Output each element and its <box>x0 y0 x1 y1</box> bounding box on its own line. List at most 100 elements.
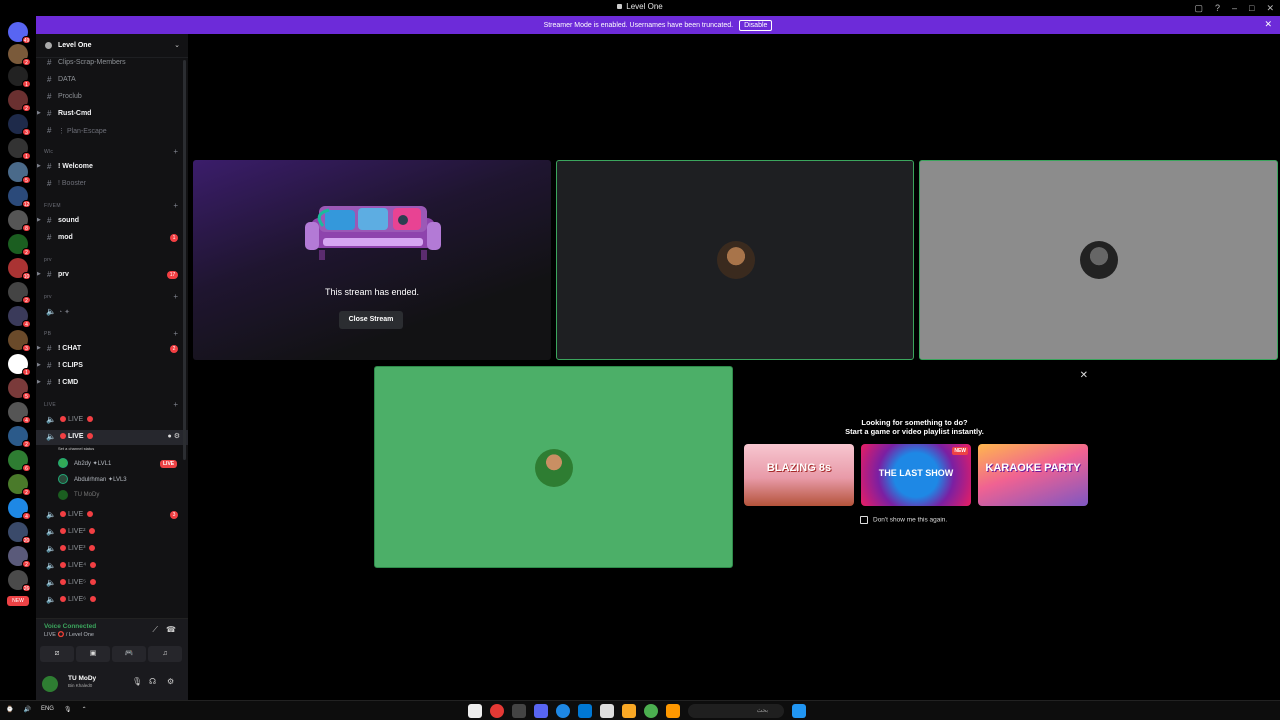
voice-channel-item[interactable]: 🔈 LIVE⁶ <box>36 593 188 608</box>
channel-item[interactable]: ▶ #! CMD <box>36 376 188 391</box>
server-icon[interactable]: 12 <box>8 186 31 208</box>
chrome-icon[interactable] <box>644 704 658 718</box>
chevron-up-icon[interactable]: ⌃ <box>82 706 87 713</box>
channel-item[interactable]: # Clips-Scrap-Members <box>36 56 188 71</box>
server-icon[interactable]: 2 <box>8 546 31 568</box>
server-icon[interactable]: 4 <box>8 498 31 520</box>
taskbar-app-icon[interactable] <box>468 704 482 718</box>
close-stream-button[interactable]: Close Stream <box>339 311 403 329</box>
voice-channel-item-active[interactable]: 🔈 LIVE ● ⚙ <box>36 430 188 445</box>
activities-button[interactable]: 🎮 <box>112 646 146 662</box>
scrollbar[interactable] <box>183 60 186 460</box>
search-input[interactable]: بحث <box>688 704 784 718</box>
username[interactable]: TU MoDy <box>68 675 96 682</box>
server-icon[interactable]: 20 <box>8 522 31 544</box>
taskbar-app-icon[interactable] <box>556 704 570 718</box>
server-icon[interactable]: 4 <box>8 402 31 424</box>
activity-card[interactable]: BLAZING 8s <box>744 444 854 506</box>
server-icon[interactable]: 2 <box>8 90 31 112</box>
add-channel-icon[interactable]: + <box>173 147 178 156</box>
activity-card[interactable]: THE LAST SHOW NEW <box>861 444 971 506</box>
volume-icon[interactable]: 🔊 <box>23 706 30 713</box>
category-header[interactable]: LIVE <box>44 402 56 408</box>
add-channel-icon[interactable]: + <box>173 201 178 210</box>
taskbar-app-icon[interactable] <box>578 704 592 718</box>
clock[interactable]: ⌚ <box>6 706 13 713</box>
add-channel-icon[interactable]: + <box>173 292 178 301</box>
activity-card[interactable]: KARAOKE PARTY <box>978 444 1088 506</box>
ended-stream-tile[interactable]: This stream has ended. Close Stream <box>193 160 551 360</box>
microphone-icon[interactable]: 🎙 <box>132 677 142 686</box>
taskbar-app-icon[interactable] <box>666 704 680 718</box>
server-icon[interactable]: 10 <box>8 258 31 280</box>
close-window-button[interactable]: ✕ <box>1266 3 1274 14</box>
voice-connected-label[interactable]: Voice Connected <box>44 623 96 630</box>
channel-status-hint[interactable]: Set a channel status <box>58 446 94 451</box>
start-icon[interactable] <box>792 704 806 718</box>
dont-show-checkbox[interactable]: Don't show me this again. <box>860 516 947 524</box>
channel-item[interactable]: ▶ #! CHAT 2 <box>36 342 188 357</box>
chevron-down-icon[interactable]: ⌄ <box>174 41 180 49</box>
disable-streamer-mode-button[interactable]: Disable <box>739 19 773 31</box>
participant-tile-speaking[interactable] <box>374 366 733 568</box>
voice-channel-item[interactable]: 🔈 LIVE 3 <box>36 508 188 523</box>
taskbar-app-icon[interactable] <box>490 704 504 718</box>
server-icon[interactable]: 1 <box>8 138 31 160</box>
camera-off-button[interactable]: ⧄ <box>40 646 74 662</box>
participant-tile[interactable] <box>556 160 914 360</box>
maximize-button[interactable]: □ <box>1249 3 1254 14</box>
voice-channel-item[interactable]: 🔈 LIVE <box>36 413 188 428</box>
category-header[interactable]: FIVEM <box>44 203 61 209</box>
taskbar-app-icon[interactable] <box>512 704 526 718</box>
server-icon[interactable]: 4 <box>8 306 31 328</box>
channel-item[interactable]: ▶ #! CLIPS <box>36 359 188 374</box>
participant-tile[interactable] <box>919 160 1278 360</box>
channel-actions-icon[interactable]: ● ⚙ <box>168 432 180 440</box>
avatar[interactable] <box>42 676 58 692</box>
server-icon[interactable]: 1 <box>8 354 31 376</box>
screen-share-button[interactable]: ▣ <box>76 646 110 662</box>
add-channel-icon[interactable]: + <box>173 400 178 409</box>
close-icon[interactable]: ✕ <box>1080 370 1088 381</box>
category-header[interactable]: prv <box>44 294 52 300</box>
guild-header[interactable]: Level One ⌄ <box>36 34 188 58</box>
server-icon[interactable]: 5 <box>8 162 31 184</box>
server-icon[interactable]: 6 <box>8 450 31 472</box>
channel-item[interactable]: ▶ # Rust-Cmd <box>36 107 188 122</box>
server-icon[interactable]: 2 <box>8 234 31 256</box>
server-icon[interactable]: 5 <box>8 378 31 400</box>
discord-taskbar-icon[interactable] <box>534 704 548 718</box>
help-icon[interactable]: ? <box>1215 3 1220 14</box>
server-icon[interactable]: 2 <box>8 426 31 448</box>
server-icon[interactable]: 2 <box>8 44 31 66</box>
disconnect-icon[interactable]: ☎ <box>166 625 176 634</box>
voice-channel-item[interactable]: 🔈 ◔ ✦ <box>36 305 188 320</box>
voice-channel-item[interactable]: 🔈 LIVE³ <box>36 542 188 557</box>
server-icon[interactable]: 26 <box>8 570 31 592</box>
inbox-icon[interactable]: ▢ <box>1194 3 1203 14</box>
server-icon[interactable]: 3 <box>8 330 31 352</box>
language-indicator[interactable]: ENG <box>41 706 54 713</box>
add-channel-icon[interactable]: + <box>173 329 178 338</box>
minimize-button[interactable]: – <box>1232 3 1237 14</box>
server-icon[interactable]: 1 <box>8 66 31 88</box>
channel-item[interactable]: # ⋮ Plan-Escape <box>36 124 188 139</box>
soundboard-button[interactable]: ♫ <box>148 646 182 662</box>
noise-suppression-icon[interactable]: ⟋ <box>152 625 158 635</box>
checkbox-icon[interactable] <box>860 516 868 524</box>
taskbar-app-icon[interactable] <box>600 704 614 718</box>
channel-item[interactable]: #! Booster <box>36 177 188 192</box>
close-banner-icon[interactable]: ✕ <box>1264 19 1272 30</box>
channel-item[interactable]: ▶ # sound <box>36 214 188 229</box>
file-explorer-icon[interactable] <box>622 704 636 718</box>
channel-item[interactable]: # Proclub <box>36 90 188 105</box>
server-icon[interactable]: 2 <box>8 474 31 496</box>
voice-channel-item[interactable]: 🔈 LIVE² <box>36 525 188 540</box>
channel-item[interactable]: ▶ #! Welcome <box>36 160 188 175</box>
server-icon[interactable]: 3 <box>8 114 31 136</box>
channel-item[interactable]: # DATA <box>36 73 188 88</box>
voice-channel-item[interactable]: 🔈 LIVE⁵ <box>36 576 188 591</box>
voice-channel-item[interactable]: 🔈 LIVE⁴ <box>36 559 188 574</box>
channel-item[interactable]: # mod 1 <box>36 231 188 246</box>
category-header[interactable]: Wlc <box>44 149 53 155</box>
